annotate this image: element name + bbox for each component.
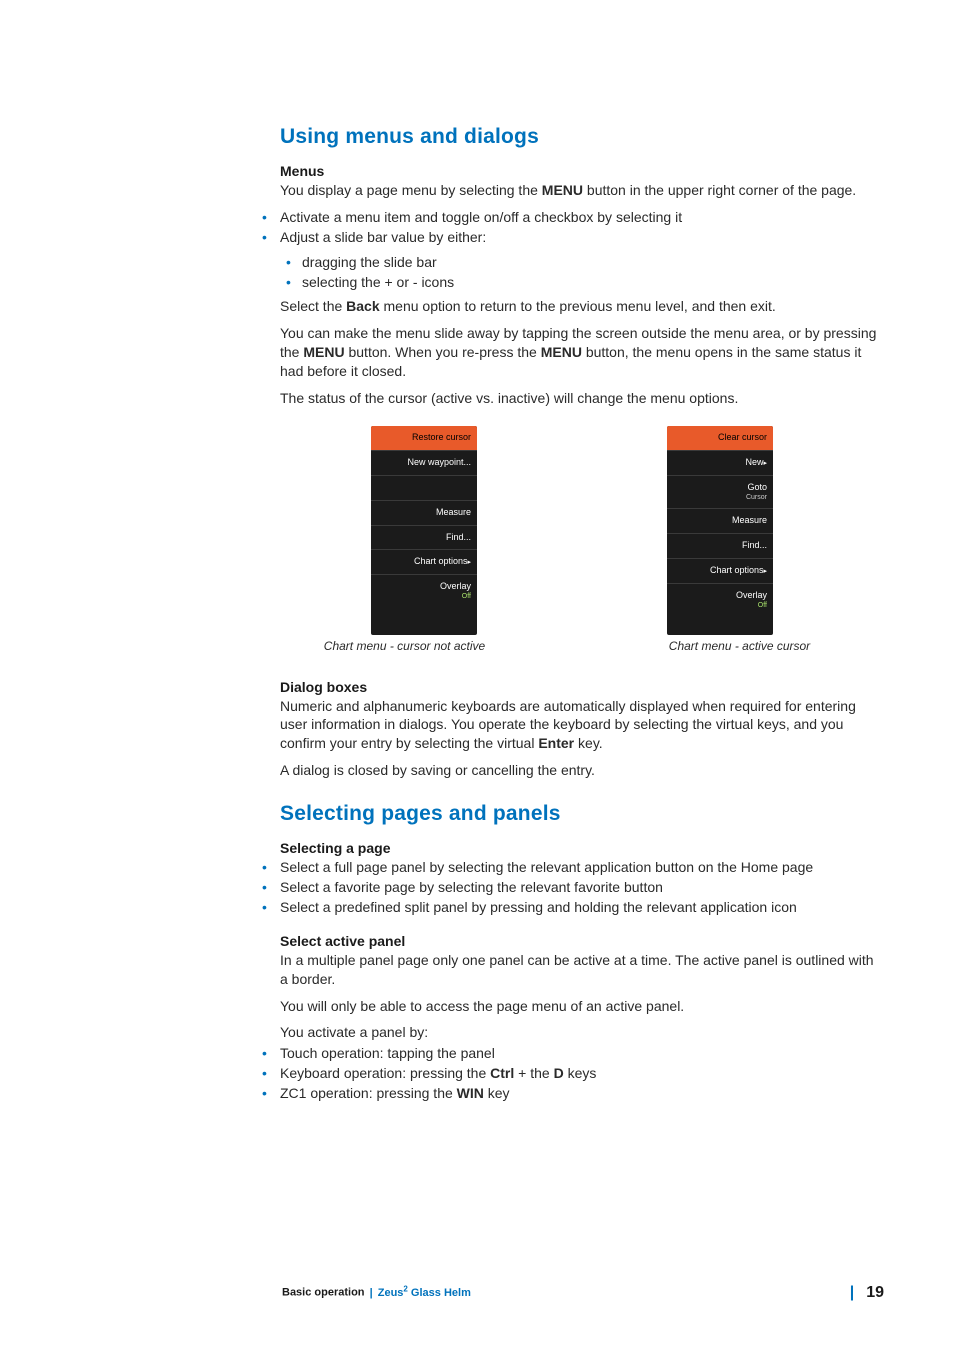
menus-para-cursor: The status of the cursor (active vs. ina… xyxy=(280,389,882,408)
chevron-icon: ▸ xyxy=(763,568,767,575)
selactive-p2: You will only be able to access the page… xyxy=(280,997,882,1016)
text: Chart options xyxy=(414,556,468,566)
text: + the xyxy=(514,1065,553,1081)
menus-para-slide: You can make the menu slide away by tapp… xyxy=(280,324,882,381)
text: keys xyxy=(564,1065,597,1081)
text: ZC1 operation: pressing the xyxy=(280,1085,457,1101)
content-column: Using menus and dialogs Menus You displa… xyxy=(262,125,882,1103)
menu-ref-2: MENU xyxy=(541,344,582,360)
menu-item-new: New▸ xyxy=(667,450,773,475)
menu-left: Restore cursor New waypoint... Measure F… xyxy=(371,426,477,635)
page-footer: Basic operation | Zeus2 Glass Helm | 19 xyxy=(282,1284,884,1302)
menu-right: Clear cursor New▸ Goto Cursor Measure Fi… xyxy=(667,426,773,635)
menu-item-chart-options: Chart options▸ xyxy=(667,558,773,583)
dialog-para-2: A dialog is closed by saving or cancelli… xyxy=(280,761,882,780)
text: Chart options xyxy=(710,565,764,575)
menu-item-measure: Measure xyxy=(667,508,773,533)
menu-item-restore-cursor: Restore cursor xyxy=(371,426,477,450)
page: Using menus and dialogs Menus You displa… xyxy=(0,0,954,1350)
menu-figures: Restore cursor New waypoint... Measure F… xyxy=(262,426,882,635)
caption-right: Chart menu - active cursor xyxy=(640,639,840,653)
footer-bar-icon: | xyxy=(850,1286,854,1300)
d-key: D xyxy=(554,1065,564,1081)
menu-item-measure: Measure xyxy=(371,500,477,525)
text: Glass Helm xyxy=(408,1287,471,1299)
menu-item-chart-options: Chart options▸ xyxy=(371,549,477,574)
menu-ref: MENU xyxy=(303,344,344,360)
list-item: Activate a menu item and toggle on/off a… xyxy=(262,208,882,227)
list-item: ZC1 operation: pressing the WIN key xyxy=(262,1084,882,1103)
enter-ref: Enter xyxy=(538,735,574,751)
menus-para-1: You display a page menu by selecting the… xyxy=(280,181,882,200)
menu-item-find: Find... xyxy=(371,525,477,550)
footer-chapter: Basic operation xyxy=(282,1287,365,1299)
text: Overlay xyxy=(440,581,471,591)
list-item: Adjust a slide bar value by either: xyxy=(262,228,882,247)
text: Zeus xyxy=(378,1287,404,1299)
list-item: selecting the + or - icons xyxy=(280,273,882,292)
text: New xyxy=(745,457,763,467)
menu-item-goto: Goto Cursor xyxy=(667,475,773,509)
selactive-p3: You activate a panel by: xyxy=(280,1023,882,1042)
goto-sub: Cursor xyxy=(671,494,767,502)
menu-item-find: Find... xyxy=(667,533,773,558)
list-item: Touch operation: tapping the panel xyxy=(262,1044,882,1063)
menu-item-overlay: Overlay Off xyxy=(371,574,477,608)
list-item: dragging the slide bar xyxy=(280,253,882,272)
text: Keyboard operation: pressing the xyxy=(280,1065,490,1081)
footer-left: Basic operation | Zeus2 Glass Helm xyxy=(282,1284,471,1299)
figure-captions: Chart menu - cursor not active Chart men… xyxy=(262,639,882,653)
heading-selecting-pages: Selecting pages and panels xyxy=(280,802,882,826)
text: Overlay xyxy=(736,590,767,600)
subheading-menus: Menus xyxy=(280,163,882,179)
overlay-state: Off xyxy=(375,593,471,601)
subheading-dialog-boxes: Dialog boxes xyxy=(280,679,882,695)
menu-item-spacer xyxy=(371,475,477,500)
menu-item-clear-cursor: Clear cursor xyxy=(667,426,773,450)
list-item: Select a predefined split panel by press… xyxy=(262,898,882,917)
menus-bullets: Activate a menu item and toggle on/off a… xyxy=(262,208,882,247)
heading-using-menus: Using menus and dialogs xyxy=(280,125,882,149)
back-ref: Back xyxy=(346,298,379,314)
list-item: Select a favorite page by selecting the … xyxy=(262,878,882,897)
selactive-bullets: Touch operation: tapping the panel Keybo… xyxy=(262,1044,882,1103)
chevron-icon: ▸ xyxy=(763,460,767,467)
footer-book: Zeus2 Glass Helm xyxy=(378,1287,471,1299)
menus-para-back: Select the Back menu option to return to… xyxy=(280,297,882,316)
footer-sep: | xyxy=(368,1287,375,1299)
text: menu option to return to the previous me… xyxy=(380,298,776,314)
footer-right: | 19 xyxy=(850,1284,884,1302)
text: You display a page menu by selecting the xyxy=(280,182,542,198)
menu-item-new-waypoint: New waypoint... xyxy=(371,450,477,475)
overlay-state: Off xyxy=(671,602,767,610)
ctrl-key: Ctrl xyxy=(490,1065,514,1081)
subheading-selecting-page: Selecting a page xyxy=(280,840,882,856)
dialog-para-1: Numeric and alphanumeric keyboards are a… xyxy=(280,697,882,754)
chevron-icon: ▸ xyxy=(467,559,471,566)
win-key: WIN xyxy=(457,1085,484,1101)
menu-button-ref: MENU xyxy=(542,182,583,198)
selpage-bullets: Select a full page panel by selecting th… xyxy=(262,858,882,917)
subheading-select-active: Select active panel xyxy=(280,933,882,949)
text: Goto xyxy=(747,482,767,492)
page-number: 19 xyxy=(866,1284,884,1302)
text: button. When you re-press the xyxy=(345,344,541,360)
list-item: Select a full page panel by selecting th… xyxy=(262,858,882,877)
list-item: Keyboard operation: pressing the Ctrl + … xyxy=(262,1064,882,1083)
selactive-p1: In a multiple panel page only one panel … xyxy=(280,951,882,989)
text: key xyxy=(484,1085,510,1101)
caption-left: Chart menu - cursor not active xyxy=(305,639,505,653)
text: key. xyxy=(574,735,603,751)
menu-item-overlay: Overlay Off xyxy=(667,583,773,617)
text: button in the upper right corner of the … xyxy=(583,182,856,198)
menus-subbullets: dragging the slide bar selecting the + o… xyxy=(280,253,882,292)
text: Select the xyxy=(280,298,346,314)
